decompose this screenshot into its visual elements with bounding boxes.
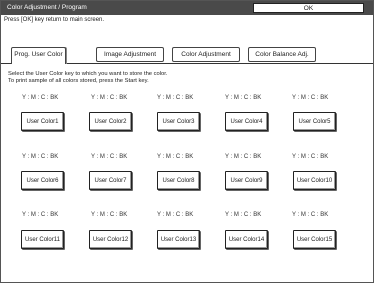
- user-color-9-button[interactable]: User Color9: [225, 171, 268, 190]
- cmyk-label: Y : M : C : BK: [91, 212, 128, 218]
- cmyk-label: Y : M : C : BK: [292, 95, 329, 101]
- user-color-4-button[interactable]: User Color4: [225, 112, 268, 131]
- cmyk-label: Y : M : C : BK: [22, 212, 59, 218]
- cmyk-label: Y : M : C : BK: [22, 95, 59, 101]
- cmyk-label: Y : M : C : BK: [225, 95, 262, 101]
- cmyk-label: Y : M : C : BK: [157, 154, 194, 160]
- user-color-3-button[interactable]: User Color3: [157, 112, 200, 131]
- user-color-2-button[interactable]: User Color2: [89, 112, 132, 131]
- tab-color-adjustment[interactable]: Color Adjustment: [172, 47, 240, 62]
- user-color-11-button[interactable]: User Color11: [21, 230, 64, 249]
- cmyk-label: Y : M : C : BK: [22, 154, 59, 160]
- cmyk-label: Y : M : C : BK: [91, 95, 128, 101]
- cmyk-label: Y : M : C : BK: [225, 154, 262, 160]
- cmyk-label: Y : M : C : BK: [91, 154, 128, 160]
- user-color-7-button[interactable]: User Color7: [89, 171, 132, 190]
- tab-prog-user-color[interactable]: Prog. User Color: [11, 47, 66, 65]
- user-color-15-button[interactable]: User Color15: [293, 230, 336, 249]
- hint-text: Press [OK] key return to main screen.: [4, 17, 105, 23]
- instructions: Select the User Color key to which you w…: [8, 71, 168, 85]
- user-color-5-button[interactable]: User Color5: [293, 112, 336, 131]
- cmyk-label: Y : M : C : BK: [292, 212, 329, 218]
- color-adjustment-screen: Color Adjustment / Program OK Press [OK]…: [0, 0, 374, 283]
- instruction-line-1: Select the User Color key to which you w…: [8, 71, 168, 77]
- tab-image-adjustment[interactable]: Image Adjustment: [96, 47, 164, 62]
- cmyk-label: Y : M : C : BK: [225, 212, 262, 218]
- user-color-10-button[interactable]: User Color10: [293, 171, 336, 190]
- user-color-8-button[interactable]: User Color8: [157, 171, 200, 190]
- cmyk-label: Y : M : C : BK: [292, 154, 329, 160]
- cmyk-label: Y : M : C : BK: [157, 95, 194, 101]
- screen-title: Color Adjustment / Program: [7, 4, 87, 11]
- user-color-13-button[interactable]: User Color13: [157, 230, 200, 249]
- user-color-6-button[interactable]: User Color6: [21, 171, 64, 190]
- tab-color-balance-adj[interactable]: Color Balance Adj.: [248, 47, 316, 62]
- cmyk-label: Y : M : C : BK: [157, 212, 194, 218]
- instruction-line-2: To print sample of all colors stored, pr…: [8, 78, 149, 84]
- title-bar: Color Adjustment / Program OK: [1, 1, 373, 15]
- user-color-12-button[interactable]: User Color12: [89, 230, 132, 249]
- user-color-14-button[interactable]: User Color14: [225, 230, 268, 249]
- user-color-1-button[interactable]: User Color1: [21, 112, 64, 131]
- ok-button[interactable]: OK: [253, 3, 364, 13]
